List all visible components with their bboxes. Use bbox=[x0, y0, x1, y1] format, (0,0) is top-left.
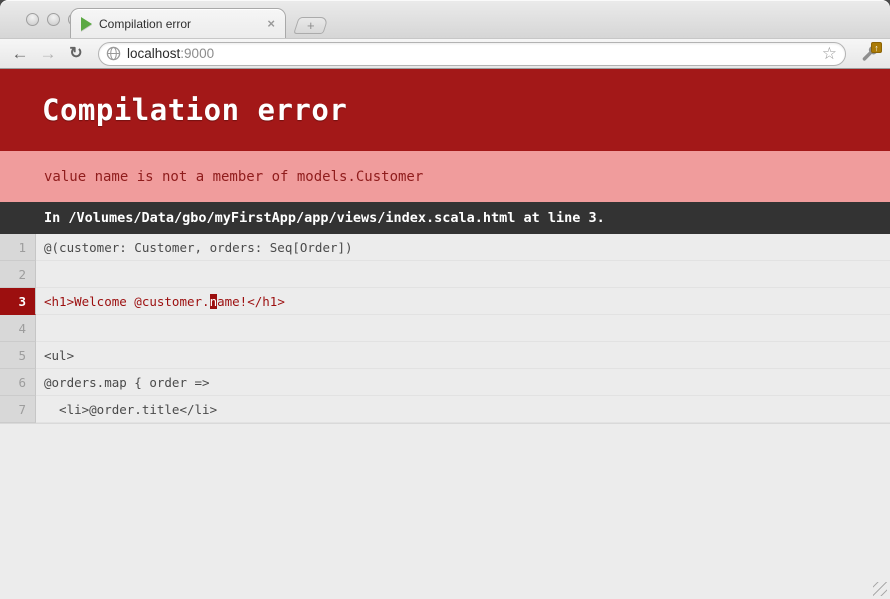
browser-window: Compilation error × + ← → ↻ localhost:90… bbox=[0, 0, 890, 599]
error-detail: value name is not a member of models.Cus… bbox=[0, 151, 890, 202]
error-location: In /Volumes/Data/gbo/myFirstApp/app/view… bbox=[0, 202, 890, 234]
bookmark-star-icon[interactable]: ☆ bbox=[820, 45, 839, 62]
error-header: Compilation error bbox=[0, 69, 890, 151]
line-number: 6 bbox=[0, 369, 36, 396]
error-position-marker: n bbox=[210, 294, 218, 309]
reload-button[interactable]: ↻ bbox=[64, 46, 88, 62]
back-button[interactable]: ← bbox=[8, 45, 32, 62]
window-close-button[interactable] bbox=[26, 13, 39, 26]
code-text: @orders.map { order => bbox=[36, 369, 890, 396]
code-line: 7 <li>@order.title</li> bbox=[0, 396, 890, 423]
plus-icon: + bbox=[307, 19, 315, 32]
code-line: 6@orders.map { order => bbox=[0, 369, 890, 396]
line-number: 4 bbox=[0, 315, 36, 342]
forward-button[interactable]: → bbox=[36, 45, 60, 62]
globe-icon bbox=[106, 46, 121, 61]
code-text: @(customer: Customer, orders: Seq[Order]… bbox=[36, 234, 890, 261]
page-title: Compilation error bbox=[42, 93, 347, 127]
code-listing: 1@(customer: Customer, orders: Seq[Order… bbox=[0, 234, 890, 424]
tab-close-icon[interactable]: × bbox=[265, 15, 277, 32]
error-page: Compilation error value name is not a me… bbox=[0, 69, 890, 599]
browser-toolbar: ← → ↻ localhost:9000 ☆ ↑ bbox=[0, 38, 890, 69]
code-line: 3<h1>Welcome @customer.name!</h1> bbox=[0, 288, 890, 315]
line-number: 1 bbox=[0, 234, 36, 261]
browser-tab[interactable]: Compilation error × bbox=[70, 8, 286, 38]
new-tab-button[interactable]: + bbox=[293, 17, 329, 34]
code-text: <li>@order.title</li> bbox=[36, 396, 890, 423]
code-text bbox=[36, 315, 890, 342]
url-port: :9000 bbox=[180, 46, 214, 61]
code-line: 1@(customer: Customer, orders: Seq[Order… bbox=[0, 234, 890, 261]
line-number: 5 bbox=[0, 342, 36, 369]
update-badge-icon: ↑ bbox=[871, 42, 882, 53]
code-text: <h1>Welcome @customer.name!</h1> bbox=[36, 288, 890, 315]
line-number: 7 bbox=[0, 396, 36, 423]
code-line: 5<ul> bbox=[0, 342, 890, 369]
window-minimize-button[interactable] bbox=[47, 13, 60, 26]
code-line: 4 bbox=[0, 315, 890, 342]
tab-title: Compilation error bbox=[99, 17, 265, 31]
address-bar[interactable]: localhost:9000 ☆ bbox=[98, 42, 846, 66]
code-line: 2 bbox=[0, 261, 890, 288]
window-titlebar: Compilation error × + bbox=[0, 0, 890, 38]
url-host: localhost bbox=[127, 46, 180, 61]
resize-grip-icon[interactable] bbox=[873, 582, 887, 596]
code-text: <ul> bbox=[36, 342, 890, 369]
wrench-menu-button[interactable]: ↑ bbox=[856, 42, 882, 66]
code-text bbox=[36, 261, 890, 288]
url-text[interactable]: localhost:9000 bbox=[127, 46, 214, 61]
line-number: 3 bbox=[0, 288, 36, 315]
play-favicon-icon bbox=[81, 17, 92, 31]
line-number: 2 bbox=[0, 261, 36, 288]
